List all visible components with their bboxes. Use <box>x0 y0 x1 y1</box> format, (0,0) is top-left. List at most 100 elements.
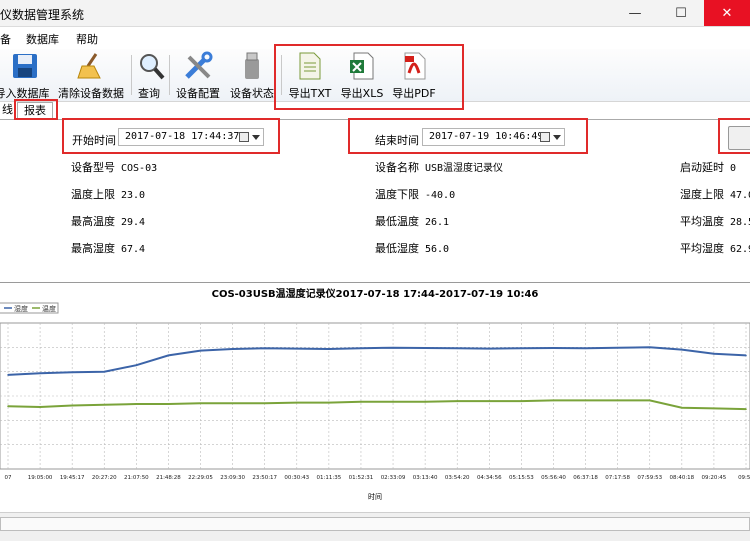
data-point-temperature <box>456 400 459 402</box>
data-point-humidity <box>488 347 491 350</box>
data-point-humidity <box>552 347 555 349</box>
x-tick-label: 09:55 <box>738 475 750 481</box>
data-point-humidity <box>231 348 234 350</box>
data-point-humidity <box>713 353 715 355</box>
max-hum-label: 最高湿度 <box>71 242 115 255</box>
clear-data-label: 清除设备数据 <box>58 87 124 100</box>
start-delay-value: 0 <box>730 163 737 174</box>
data-point-temperature <box>231 402 234 405</box>
maximize-button[interactable]: ☐ <box>658 0 704 26</box>
x-tick-label: 03:54:20 <box>445 475 470 481</box>
status-bar <box>0 512 750 541</box>
data-point-temperature <box>39 406 41 408</box>
x-tick-label: 19:45:17 <box>60 475 85 481</box>
data-point-temperature <box>7 405 9 408</box>
device-status-label: 设备状态 <box>230 87 274 100</box>
data-point-temperature <box>616 399 619 402</box>
device-status-button[interactable]: 设备状态 <box>228 51 276 101</box>
avg-temp-row: 平均温度 28.5 <box>680 213 750 229</box>
device-name-label: 设备名称 <box>375 161 419 174</box>
temp-upper-row: 温度上限 23.0 <box>71 186 145 202</box>
data-point-temperature <box>199 402 202 405</box>
tools-icon <box>182 51 214 81</box>
toolbar-separator <box>131 55 132 95</box>
x-tick-label: 05:56:40 <box>541 475 566 481</box>
avg-hum-value: 62.9 <box>730 244 750 255</box>
x-tick-label: 09:20:45 <box>702 475 727 481</box>
menu-item-database[interactable]: 数据库 <box>26 31 59 47</box>
data-point-temperature <box>488 400 491 402</box>
clear-data-button[interactable]: 清除设备数据 <box>56 51 126 101</box>
legend-label-humidity: 湿度 <box>14 304 28 313</box>
query-button[interactable]: 查询 <box>135 51 165 101</box>
data-point-temperature <box>681 406 683 409</box>
floppy-disk-icon <box>9 51 41 81</box>
menu-item-device[interactable]: 备 <box>0 31 11 47</box>
start-delay-row: 启动延时 0 <box>680 159 736 175</box>
close-button[interactable]: ✕ <box>704 0 750 26</box>
data-point-temperature <box>392 401 394 403</box>
data-point-temperature <box>552 399 555 402</box>
line-chart: COS-03USB温湿度记录仪2017-07-18 17:44-2017-07-… <box>0 287 750 501</box>
x-tick-label: 05:15:53 <box>509 475 534 481</box>
data-point-humidity <box>7 374 9 376</box>
temp-lower-row: 温度下限 -40.0 <box>375 186 455 202</box>
horizontal-scrollbar[interactable] <box>0 517 750 531</box>
data-point-humidity <box>39 372 41 375</box>
device-name-value: USB温湿度记录仪 <box>425 163 504 174</box>
device-config-button[interactable]: 设备配置 <box>174 51 222 101</box>
data-point-humidity <box>295 347 298 350</box>
x-tick-label: 03:13:40 <box>413 475 438 481</box>
x-tick-label: 23:50:17 <box>252 475 277 481</box>
x-tick-label: 07 <box>5 475 12 481</box>
temp-lower-label: 温度下限 <box>375 188 419 201</box>
x-tick-label: 07:17:58 <box>605 475 630 481</box>
x-tick-label: 06:37:18 <box>573 475 598 481</box>
avg-temp-value: 28.5 <box>730 217 750 228</box>
data-point-temperature <box>328 401 330 404</box>
x-tick-label: 00:30:43 <box>284 475 309 481</box>
data-point-humidity <box>681 348 683 351</box>
min-hum-row: 最低湿度 56.0 <box>375 240 449 256</box>
data-point-temperature <box>135 403 138 405</box>
report-tab-highlight-box <box>14 99 58 120</box>
menu-item-help[interactable]: 帮助 <box>76 31 98 47</box>
chart-panel: COS-03USB温湿度记录仪2017-07-18 17:44-2017-07-… <box>0 282 750 511</box>
data-point-humidity <box>745 354 747 357</box>
hum-upper-row: 湿度上限 47.0 <box>680 186 750 202</box>
data-point-humidity <box>648 346 651 349</box>
x-tick-label: 02:33:09 <box>381 475 406 481</box>
end-time-highlight-box <box>348 118 588 154</box>
x-tick-label: 01:11:35 <box>317 475 342 481</box>
min-temp-row: 最低温度 26.1 <box>375 213 449 229</box>
data-point-humidity <box>263 347 266 350</box>
data-point-humidity <box>71 371 73 374</box>
min-temp-label: 最低温度 <box>375 215 419 228</box>
x-tick-label: 20:27:20 <box>92 475 117 481</box>
data-point-humidity <box>103 370 106 373</box>
minimize-button[interactable]: — <box>612 0 658 26</box>
data-point-humidity <box>456 347 459 350</box>
data-point-temperature <box>648 399 651 402</box>
avg-hum-row: 平均湿度 62.9 <box>680 240 750 256</box>
device-model-row: 设备型号 COS-03 <box>71 159 157 175</box>
max-hum-value: 67.4 <box>121 244 146 255</box>
broom-icon <box>75 51 107 81</box>
import-db-button[interactable]: 导入数据库 <box>0 51 50 101</box>
start-delay-label: 启动延时 <box>680 161 724 174</box>
data-point-temperature <box>360 401 362 403</box>
x-tick-label: 01:52:31 <box>349 475 374 481</box>
data-point-humidity <box>392 346 394 349</box>
data-point-temperature <box>295 401 298 404</box>
hum-upper-label: 湿度上限 <box>680 188 724 201</box>
data-point-temperature <box>584 399 587 402</box>
min-hum-label: 最低湿度 <box>375 242 419 255</box>
data-point-humidity <box>199 349 202 352</box>
x-tick-label: 08:40:18 <box>669 475 694 481</box>
data-point-temperature <box>745 408 747 410</box>
min-hum-value: 56.0 <box>425 244 450 255</box>
query-button-highlight-box <box>718 118 750 154</box>
start-time-highlight-box <box>62 118 280 154</box>
max-temp-label: 最高温度 <box>71 215 115 228</box>
device-model-value: COS-03 <box>121 163 158 174</box>
